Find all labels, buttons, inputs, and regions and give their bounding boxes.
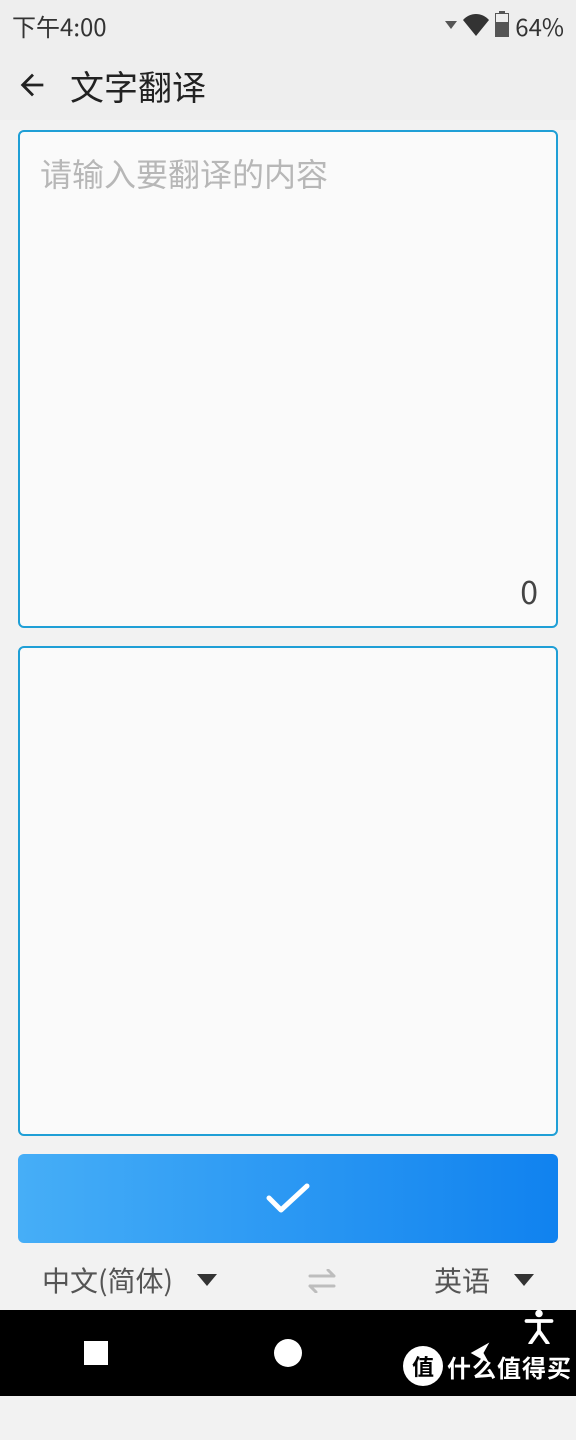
swap-languages-button[interactable] [308,1258,342,1302]
arrow-left-icon [15,68,49,102]
translate-output [20,648,556,684]
swap-icon [308,1269,342,1293]
watermark: 值 什么值得买 [403,1336,572,1396]
content-area: 0 中文(简体) 英语 [0,120,576,1310]
translate-input[interactable] [20,132,556,626]
accessibility-icon [524,1308,554,1344]
check-icon [263,1178,313,1218]
target-language-label: 英语 [434,1260,490,1300]
chevron-down-icon [514,1274,534,1286]
system-nav-bar: 值 什么值得买 [0,1310,576,1396]
char-counter: 0 [520,568,538,614]
status-time: 下午4:00 [12,8,107,43]
language-bar: 中文(简体) 英语 [18,1251,558,1310]
square-icon [84,1341,108,1365]
source-language-label: 中文(简体) [42,1260,173,1300]
wifi-icon [463,8,489,43]
output-panel [18,646,558,1136]
circle-icon [274,1339,302,1367]
watermark-badge: 值 [403,1346,443,1386]
signal-dropdown-icon [445,21,457,29]
watermark-text: 什么值得买 [447,1349,572,1384]
input-panel: 0 [18,130,558,628]
home-button[interactable] [269,1334,307,1372]
status-bar: 下午4:00 64% [0,0,576,50]
translate-button[interactable] [18,1154,558,1243]
back-button[interactable] [12,65,52,105]
app-bar: 文字翻译 [0,50,576,120]
battery-icon [495,13,509,37]
page-title: 文字翻译 [70,61,206,110]
battery-percent: 64% [515,8,564,43]
source-language-selector[interactable]: 中文(简体) [42,1260,217,1300]
chevron-down-icon [197,1274,217,1286]
status-icons: 64% [445,8,564,43]
recent-apps-button[interactable] [77,1334,115,1372]
target-language-selector[interactable]: 英语 [434,1260,534,1300]
